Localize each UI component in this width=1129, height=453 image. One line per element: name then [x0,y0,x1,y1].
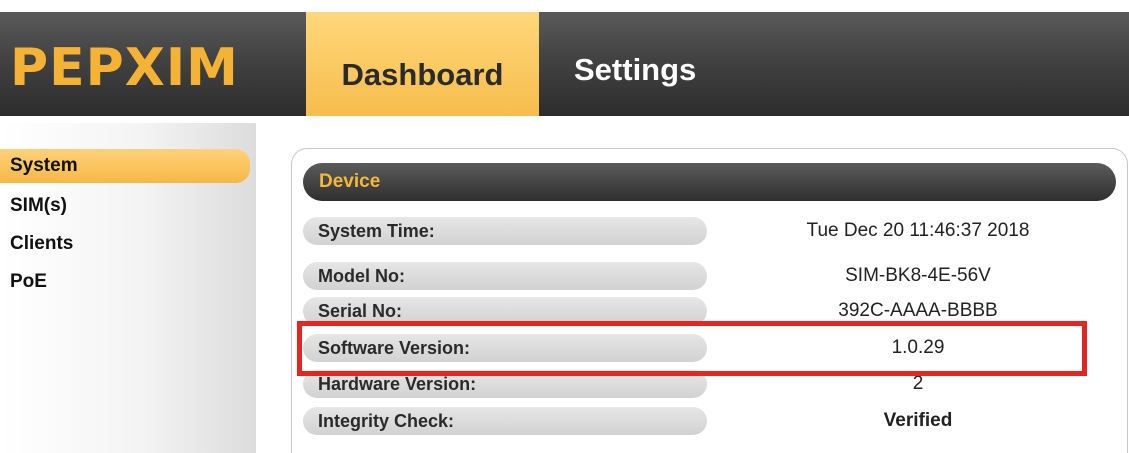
sidebar-item-system[interactable]: System [0,149,250,183]
integrity-check-label: Integrity Check: [303,407,707,435]
device-section-title: Device [303,163,1116,201]
sidebar-item-clients[interactable]: Clients [0,227,250,261]
system-time-label: System Time: [303,217,707,245]
model-no-value: SIM-BK8-4E-56V [845,265,991,286]
sidebar-item-sims[interactable]: SIM(s) [0,189,250,223]
system-time-value: Tue Dec 20 11:46:37 2018 [806,220,1030,241]
integrity-check-value: Verified [883,410,953,431]
software-version-highlight [297,321,1087,376]
sidebar-item-poe[interactable]: PoE [0,265,250,299]
brand-logo: PEPXIM [10,38,239,98]
page: PEPXIM Dashboard Settings System SIM(s) … [0,0,1129,453]
top-header: PEPXIM Dashboard Settings [0,12,1129,116]
sidebar: System SIM(s) Clients PoE [0,123,256,453]
model-no-label: Model No: [303,262,707,290]
tab-dashboard[interactable]: Dashboard [306,12,539,116]
tab-settings[interactable]: Settings [546,12,716,116]
